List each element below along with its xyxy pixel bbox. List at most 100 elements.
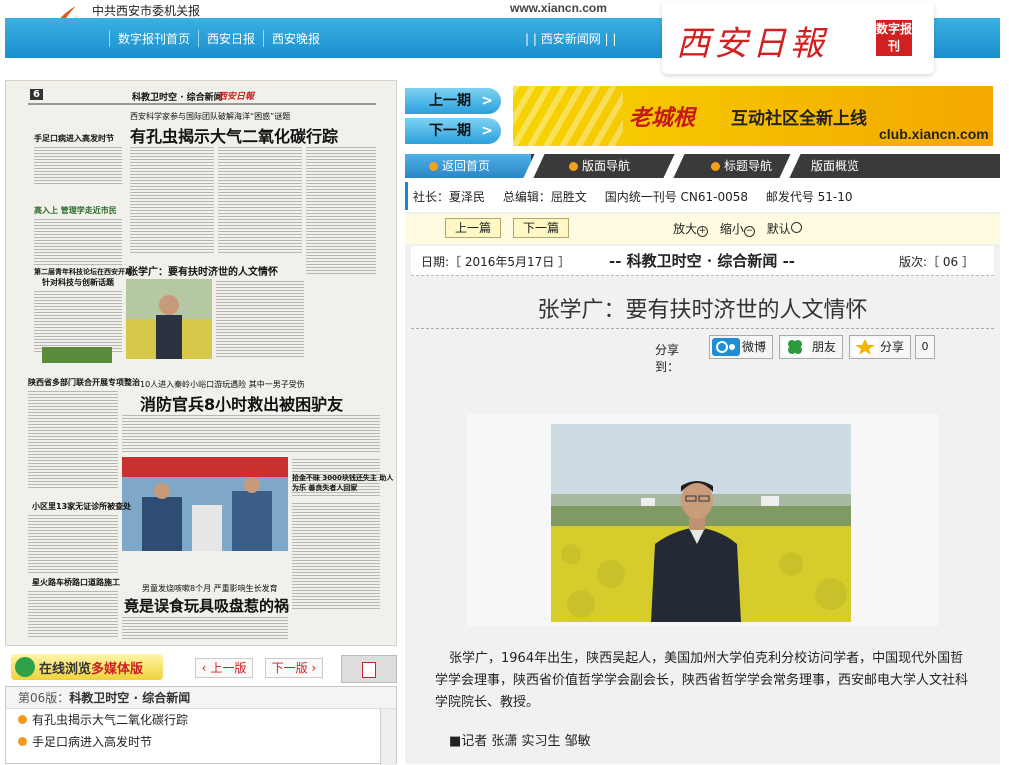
- share-label: 分享到：: [655, 343, 680, 374]
- share-more-button[interactable]: 分享: [849, 335, 911, 359]
- clover-icon: [782, 338, 810, 356]
- weibo-icon: [712, 338, 740, 356]
- np-column-text: [122, 413, 380, 453]
- np-headline-hfm[interactable]: 手足口病进入高发时节: [34, 133, 114, 144]
- np-toy-kicker: 男童发烧咳嗽8个月 严重影响生长发育: [142, 584, 278, 593]
- tab-label: 返回首页: [442, 159, 491, 173]
- article-info-bar: 日期:［ 2016年5月17日 ］ -- 科教卫时空 · 综合新闻 -- 版次:…: [411, 246, 994, 276]
- masthead[interactable]: 西安日報 数字报刊: [662, 2, 934, 74]
- np-column-text: [216, 279, 304, 359]
- tab-page-overview[interactable]: 版面概览: [803, 154, 923, 178]
- prev-article-button[interactable]: 上一篇: [445, 218, 501, 238]
- np-headline-gg[interactable]: 高入上 管理学走近市民: [34, 205, 117, 216]
- nav-xian-news-site[interactable]: | | 西安新闻网 | |: [525, 30, 616, 47]
- np-headline-main[interactable]: 有孔虫揭示大气二氧化碳行踪: [130, 123, 338, 147]
- toc-scrollbar[interactable]: [380, 709, 396, 765]
- bullet-icon: [711, 162, 720, 171]
- np-headline-xq[interactable]: 小区里13家无证诊所被查处: [32, 501, 131, 512]
- article-photo[interactable]: [551, 424, 851, 622]
- article-nav-bar: 上一篇 下一篇 放大 + 缩小 − 默认: [405, 214, 1000, 244]
- toc-item[interactable]: 手足口病进入高发时节: [6, 731, 396, 753]
- title-divider: [411, 328, 994, 329]
- article-body: 张学广，1964年出生，陕西吴起人，美国加州大学伯克利分校访问学者，中国现代外国…: [435, 651, 969, 710]
- zoom-in-icon[interactable]: +: [697, 226, 709, 237]
- zoom-default-label[interactable]: 默认: [767, 222, 791, 236]
- share-pengyou-button[interactable]: 朋友: [779, 335, 843, 359]
- banner-url: club.xiancn.com: [879, 126, 989, 142]
- toc-item[interactable]: 有孔虫揭示大气二氧化碳行踪: [6, 709, 396, 731]
- community-banner-ad[interactable]: 老城根 互动社区全新上线 club.xiancn.com: [513, 86, 993, 146]
- np-masthead-mini: 西安日報: [218, 92, 255, 102]
- org-name: 中共西安市委机关报: [92, 4, 201, 18]
- next-issue-button[interactable]: 下一期: [405, 118, 501, 144]
- np-headline-fire[interactable]: 消防官兵8小时救出被困驴友: [140, 391, 343, 415]
- np-page-number: 6: [30, 89, 43, 100]
- site-header: 中共西安市委机关报 www.xiancn.com 数字报刊首页 西安日报 西安晚…: [0, 0, 1009, 78]
- tab-label: 标题导航: [724, 159, 773, 173]
- share-weibo-label: 微博: [742, 340, 767, 354]
- np-headline-zxg[interactable]: 张学广：要有扶时济世的人文情怀: [128, 263, 278, 278]
- toc-page-label: 第06版：: [18, 691, 70, 705]
- multimedia-label-b: 多媒体版: [91, 661, 144, 677]
- np-headline-left1[interactable]: 第二届青年科技论坛在西安开幕: [34, 267, 132, 277]
- np-headline-cb[interactable]: 陕西省多部门联合开展专项整治: [28, 377, 140, 388]
- nav-xian-daily[interactable]: 西安日报: [198, 30, 263, 47]
- np-photo-clinic: [122, 457, 288, 551]
- np-section: 科教卫时空 · 综合新闻: [132, 93, 223, 103]
- meta-issn: 国内统一刊号 CN61-0058: [604, 190, 748, 204]
- prev-page-label: 上一版: [210, 661, 247, 675]
- article-title: 张学广：要有扶时济世的人文情怀: [537, 298, 868, 323]
- bullet-icon: [429, 162, 438, 171]
- np-headline-zjfz[interactable]: 拾金不昧 3000块钱还失主 助人为乐 善良失者人回家: [292, 473, 396, 493]
- np-column-text: [34, 217, 122, 267]
- nav-xian-evening[interactable]: 西安晚报: [263, 30, 328, 47]
- nav-digital-home[interactable]: 数字报刊首页: [109, 30, 198, 47]
- np-column-text: [218, 145, 302, 255]
- newspaper-page-image[interactable]: 6 科教卫时空 · 综合新闻 西安日報 西安科学家参与国际团队破解海洋“困惑”谜…: [5, 80, 397, 646]
- share-more-label: 分享: [880, 340, 905, 354]
- share-count: 0: [915, 335, 935, 359]
- next-page-button[interactable]: 下一版 ›: [265, 658, 323, 678]
- np-column-text: [306, 145, 376, 275]
- tab-label: 版面导航: [582, 159, 631, 173]
- np-headline-left2[interactable]: 针对科技与创新话题: [42, 277, 114, 288]
- share-weibo-button[interactable]: 微博: [709, 335, 773, 359]
- zoom-in-label[interactable]: 放大: [673, 222, 697, 236]
- prev-page-button[interactable]: ‹ 上一版: [195, 658, 253, 678]
- np-column-text: [130, 145, 214, 255]
- next-page-label: 下一版: [271, 661, 308, 675]
- digital-edition-badge: 数字报刊: [876, 20, 912, 56]
- multimedia-button[interactable]: 在线浏览 多媒体版: [11, 654, 163, 680]
- paper-meta: 社长：夏泽民 总编辑：屈胜文 国内统一刊号 CN61-0058 邮发代号 51-…: [405, 182, 867, 210]
- banner-slogan: 互动社区全新上线: [731, 109, 867, 129]
- article-byline: ■记者 张潇 实习生 邹敏: [449, 734, 591, 749]
- np-column-text: [28, 389, 118, 489]
- zoom-reset-icon[interactable]: [790, 222, 802, 233]
- zoom-controls: 放大 + 缩小 − 默认: [673, 220, 810, 237]
- np-column-text: [34, 289, 122, 353]
- tab-label: 版面概览: [811, 159, 860, 173]
- np-fire-kicker: 10人进入秦岭小峪口游玩遇险 其中一男子受伤: [140, 380, 305, 389]
- next-article-button[interactable]: 下一篇: [513, 218, 569, 238]
- meta-editor: 总编辑：屈胜文: [502, 190, 587, 204]
- next-arrow-icon: ›: [311, 661, 317, 675]
- page-article-list: 第06版：科教卫时空 · 综合新闻 有孔虫揭示大气二氧化碳行踪 手足口病进入高发…: [5, 686, 397, 765]
- banner-brand: 老城根: [629, 105, 696, 131]
- np-column-text: [34, 145, 122, 185]
- pdf-download-button[interactable]: [341, 655, 397, 683]
- zoom-out-label[interactable]: 缩小: [720, 222, 744, 236]
- np-headline-toy[interactable]: 竟是误食玩具吸盘惹的祸: [124, 595, 289, 616]
- prev-issue-button[interactable]: 上一期: [405, 88, 501, 114]
- meta-president: 社长：夏泽民: [413, 190, 486, 204]
- meta-postal: 邮发代号 51-10: [765, 190, 853, 204]
- article-tab-bar: 返回首页 版面导航 标题导航 版面概览: [405, 154, 1000, 178]
- zoom-out-icon[interactable]: −: [743, 226, 755, 237]
- article-page: 版次:［ 06 ］: [899, 255, 974, 269]
- tab-home[interactable]: 返回首页: [405, 154, 531, 178]
- np-ad-strip: [42, 347, 112, 363]
- page-preview-column: 6 科教卫时空 · 综合新闻 西安日報 西安科学家参与国际团队破解海洋“困惑”谜…: [3, 78, 398, 765]
- np-headline-xzzr[interactable]: 星火路车桥路口道路施工: [32, 577, 120, 588]
- article-column: 上一期 下一期 老城根 互动社区全新上线 club.xiancn.com 返回首…: [405, 78, 1000, 764]
- np-photo-portrait: [126, 279, 212, 359]
- np-column-text: [28, 513, 118, 573]
